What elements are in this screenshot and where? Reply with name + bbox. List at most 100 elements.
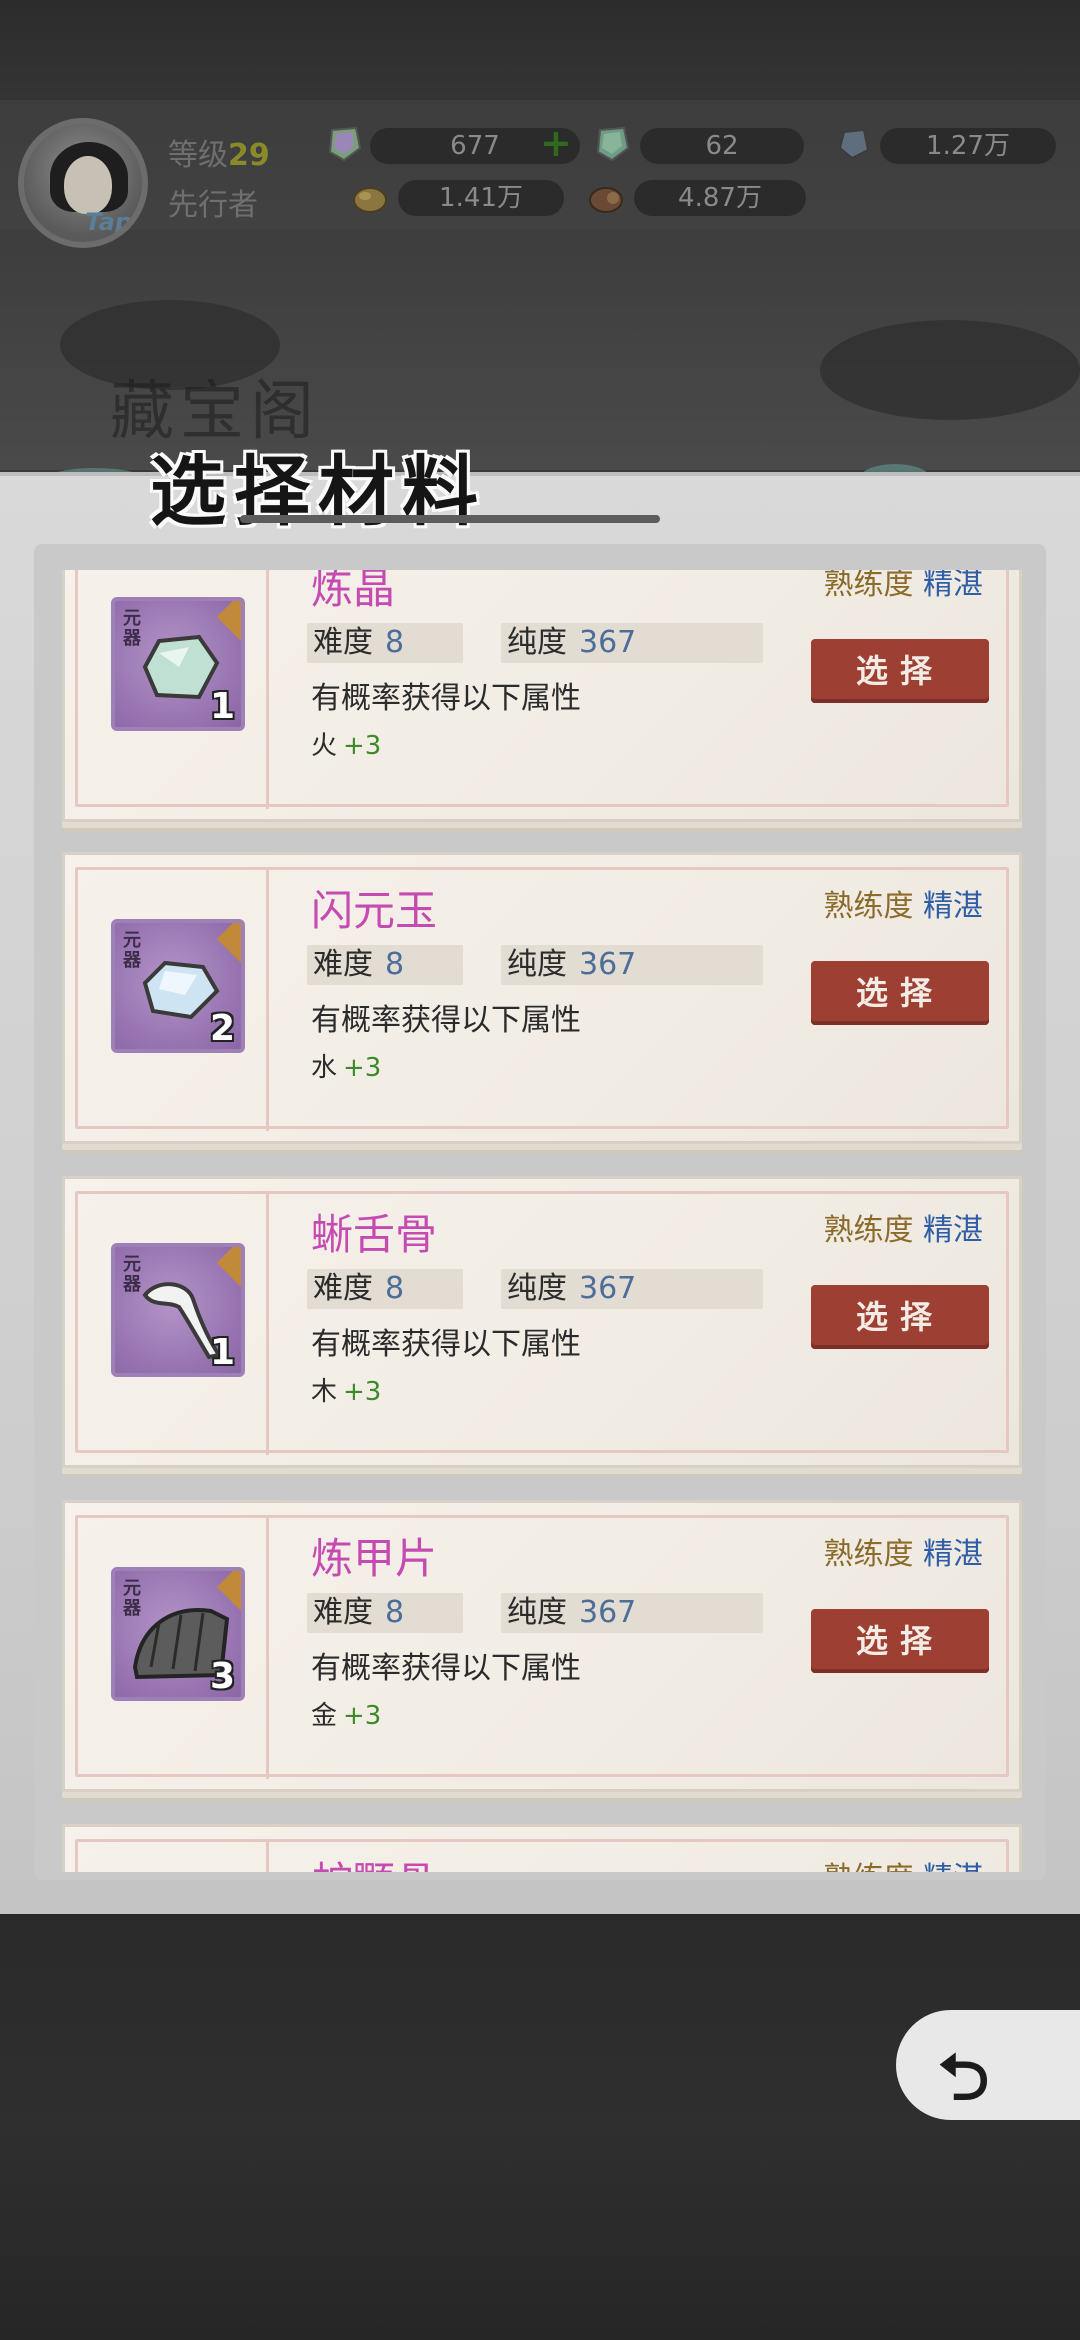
difficulty-label: 难度 xyxy=(313,1271,373,1306)
attribute-description: 有概率获得以下属性 xyxy=(311,681,581,716)
level-text: 等级 xyxy=(168,138,228,173)
difficulty-label: 难度 xyxy=(313,625,373,660)
purity-label: 纯度 xyxy=(507,1271,567,1306)
proficiency-label: 熟练度 xyxy=(823,889,914,924)
material-name: 蜥舌骨 xyxy=(311,1210,438,1259)
material-card-xisheigu: 元器 1 蜥舌骨 熟练度 精湛 难度 8 纯度 367 有概率获得以下属性 木 +3 … xyxy=(62,1176,1022,1468)
back-arrow-icon: ⮌ xyxy=(938,2041,990,2115)
attribute-bonus: 水 +3 xyxy=(311,1047,381,1084)
proficiency: 熟练度 精湛 xyxy=(823,570,983,603)
background-bottom xyxy=(0,1910,1080,2340)
difficulty-value: 8 xyxy=(385,1271,405,1306)
jade-shape xyxy=(142,960,220,1020)
purity-value: 367 xyxy=(579,625,637,660)
material-card-lianjing: 元器 1 炼晶 熟练度 精湛 难度 8 纯度 367 有概率获得以下属性 火 +3 选… xyxy=(62,570,1022,822)
difficulty-label: 难度 xyxy=(313,947,373,982)
material-card-shanyuanyu: 元器 2 闪元玉 熟练度 精湛 难度 8 纯度 367 有概率获得以下属性 水 +3 … xyxy=(62,852,1022,1144)
spirit-stone-icon xyxy=(328,126,362,162)
blue-gem-icon xyxy=(838,128,870,160)
proficiency-value: 精湛 xyxy=(923,1537,983,1572)
difficulty-value: 8 xyxy=(385,1595,405,1630)
proficiency-value: 精湛 xyxy=(923,570,983,602)
attribute-bonus: 木 +3 xyxy=(311,1371,381,1408)
avatar-face xyxy=(64,156,112,214)
proficiency-label: 熟练度 xyxy=(823,570,914,602)
attribute-value: +3 xyxy=(343,1377,382,1407)
level-label: 等级29 xyxy=(168,130,270,174)
purity-value: 367 xyxy=(579,947,637,982)
attribute-element: 金 xyxy=(311,1701,338,1731)
item-count: 2 xyxy=(209,1008,235,1049)
add-resource-button[interactable]: + xyxy=(540,124,572,162)
difficulty-value: 8 xyxy=(385,625,405,660)
proficiency: 熟练度 精湛 xyxy=(823,1205,983,1249)
select-button[interactable]: 选择 xyxy=(811,639,989,703)
gold-ore-icon xyxy=(353,187,387,213)
material-name: 蛇颚骨 xyxy=(311,1849,437,1872)
material-name: 炼甲片 xyxy=(311,1534,438,1583)
difficulty-stat: 难度 8 xyxy=(307,945,463,985)
jade-icon: 元器 2 xyxy=(111,919,245,1053)
difficulty-stat: 难度 8 xyxy=(307,1269,463,1309)
purity-value: 367 xyxy=(579,1271,637,1306)
player-name: 先行者 xyxy=(168,188,258,223)
attribute-value: +3 xyxy=(343,1053,382,1083)
back-button[interactable]: ⮌ xyxy=(896,2010,1080,2120)
select-button[interactable]: 选择 xyxy=(811,961,989,1025)
attribute-bonus: 金 +3 xyxy=(311,1695,381,1732)
purity-value: 367 xyxy=(579,1595,637,1630)
armor-plate-icon: 元器 3 xyxy=(111,1567,245,1701)
difficulty-label: 难度 xyxy=(313,1595,373,1630)
wood-log-value: 4.87万 xyxy=(634,180,806,216)
item-count: 3 xyxy=(209,1656,235,1697)
attribute-value: +3 xyxy=(343,1701,382,1731)
page-title: 选择材料 xyxy=(150,447,486,536)
difficulty-stat: 难度 8 xyxy=(307,623,463,663)
level-value: 29 xyxy=(228,138,270,173)
material-name: 炼晶 xyxy=(311,570,396,613)
attribute-bonus: 火 +3 xyxy=(311,725,381,762)
mountain-decor xyxy=(820,320,1080,420)
title-underline xyxy=(240,515,660,523)
proficiency: 熟练度 精湛 xyxy=(823,1853,983,1872)
item-count: 1 xyxy=(209,1332,235,1373)
proficiency-value: 精湛 xyxy=(923,889,983,924)
material-list[interactable]: 元器 1 炼晶 熟练度 精湛 难度 8 纯度 367 有概率获得以下属性 火 +3 选… xyxy=(56,570,1032,1872)
attribute-description: 有概率获得以下属性 xyxy=(311,1651,581,1686)
proficiency-value: 精湛 xyxy=(923,1213,983,1248)
crystal-icon: 元器 1 xyxy=(111,597,245,731)
material-card-lianjiapian: 元器 3 炼甲片 熟练度 精湛 难度 8 纯度 367 有概率获得以下属性 金 +3 … xyxy=(62,1500,1022,1792)
wood-log-icon xyxy=(589,187,623,213)
proficiency-label: 熟练度 xyxy=(823,1537,914,1572)
avatar[interactable]: Tap xyxy=(18,118,148,248)
bone-icon: 元器 1 xyxy=(111,1243,245,1377)
purity-stat: 纯度 367 xyxy=(501,1593,763,1633)
crystal-shape xyxy=(142,634,220,700)
purity-stat: 纯度 367 xyxy=(501,1269,763,1309)
material-card-shegugu: 蛇颚骨 熟练度 精湛 xyxy=(62,1824,1022,1872)
difficulty-stat: 难度 8 xyxy=(307,1593,463,1633)
attribute-value: +3 xyxy=(343,731,382,761)
proficiency-label: 熟练度 xyxy=(823,1861,913,1872)
jade-crystal-icon xyxy=(596,126,630,162)
proficiency-label: 熟练度 xyxy=(823,1213,914,1248)
attribute-element: 木 xyxy=(311,1377,338,1407)
item-slot xyxy=(77,1841,269,1872)
proficiency: 熟练度 精湛 xyxy=(823,881,983,925)
proficiency-value: 精湛 xyxy=(923,1861,983,1872)
blue-gem-value: 1.27万 xyxy=(880,128,1056,164)
purity-stat: 纯度 367 xyxy=(501,945,763,985)
attribute-description: 有概率获得以下属性 xyxy=(311,1003,581,1038)
difficulty-value: 8 xyxy=(385,947,405,982)
select-button[interactable]: 选择 xyxy=(811,1609,989,1673)
proficiency: 熟练度 精湛 xyxy=(823,1529,983,1573)
purity-label: 纯度 xyxy=(507,1595,567,1630)
attribute-element: 火 xyxy=(311,731,338,761)
attribute-element: 水 xyxy=(311,1053,338,1083)
select-button[interactable]: 选择 xyxy=(811,1285,989,1349)
material-name: 闪元玉 xyxy=(311,886,438,935)
purity-label: 纯度 xyxy=(507,947,567,982)
attribute-description: 有概率获得以下属性 xyxy=(311,1327,581,1362)
purity-stat: 纯度 367 xyxy=(501,623,763,663)
gold-ore-value: 1.41万 xyxy=(398,180,564,216)
